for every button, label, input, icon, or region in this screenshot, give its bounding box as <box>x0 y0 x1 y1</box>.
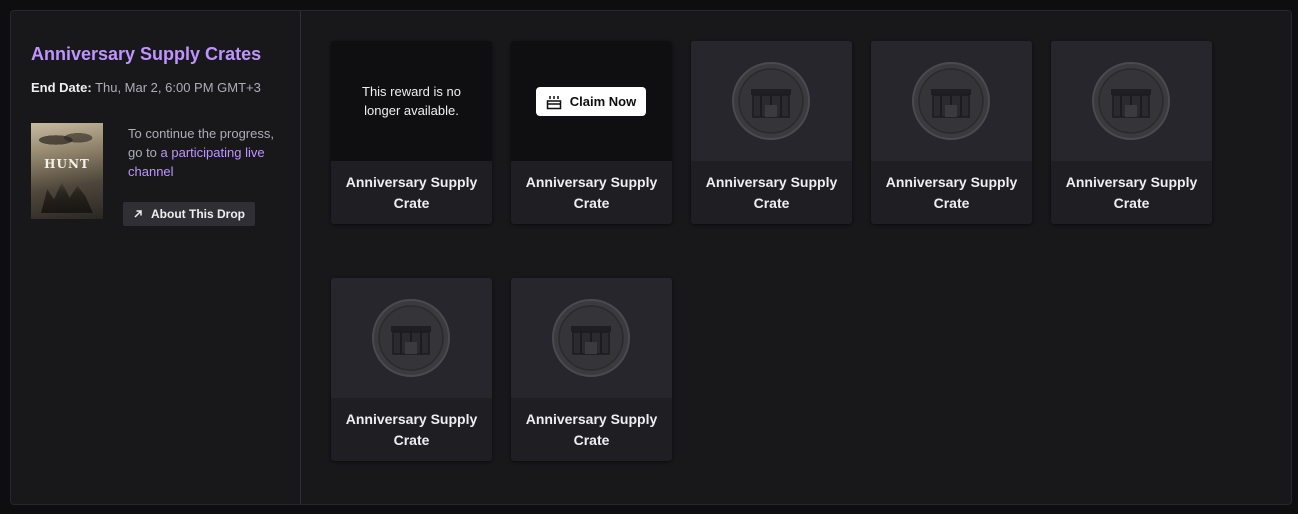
reward-card[interactable]: Anniversary Supply Crate <box>511 278 672 461</box>
reward-name: Anniversary Supply Crate <box>525 174 658 211</box>
game-box-art[interactable]: HUNT <box>31 123 103 219</box>
supply-crate-icon <box>1092 62 1170 140</box>
reward-image: Claim Now <box>511 41 672 161</box>
game-logo: HUNT <box>44 157 90 171</box>
reward-image: This reward is no longer available. <box>331 41 492 161</box>
reward-image <box>871 41 1032 161</box>
reward-image <box>511 278 672 398</box>
reward-name: Anniversary Supply Crate <box>885 174 1018 211</box>
reward-name: Anniversary Supply Crate <box>345 174 478 211</box>
reward-name: Anniversary Supply Crate <box>345 411 478 448</box>
claim-label: Claim Now <box>569 94 637 109</box>
reward-card[interactable]: This reward is no longer available. Anniv… <box>331 41 492 224</box>
supply-crate-icon <box>552 299 630 377</box>
about-this-drop-button[interactable]: About This Drop <box>123 202 255 226</box>
crows-decoration <box>39 129 95 151</box>
drop-campaign-panel: Anniversary Supply Crates End Date: Thu,… <box>10 10 1292 505</box>
reward-image <box>691 41 852 161</box>
reward-image <box>331 278 492 398</box>
end-date-value: Thu, Mar 2, 6:00 PM GMT+3 <box>95 80 261 95</box>
reward-name: Anniversary Supply Crate <box>525 411 658 448</box>
supply-crate-icon <box>732 62 810 140</box>
end-date-label: End Date: <box>31 80 92 95</box>
reward-card[interactable]: Anniversary Supply Crate <box>1051 41 1212 224</box>
campaign-sidebar: Anniversary Supply Crates End Date: Thu,… <box>11 11 301 504</box>
unavailable-message: This reward is no longer available. <box>362 84 461 118</box>
external-arrow-icon <box>134 210 142 218</box>
reward-name: Anniversary Supply Crate <box>705 174 838 211</box>
reward-card[interactable]: Anniversary Supply Crate <box>691 41 852 224</box>
reward-card[interactable]: Anniversary Supply Crate <box>331 278 492 461</box>
reward-name: Anniversary Supply Crate <box>1065 174 1198 211</box>
end-date: End Date: Thu, Mar 2, 6:00 PM GMT+3 <box>31 80 261 95</box>
about-label: About This Drop <box>151 207 245 221</box>
reward-card[interactable]: Claim Now Anniversary Supply Crate <box>511 41 672 224</box>
campaign-title: Anniversary Supply Crates <box>31 44 262 64</box>
claim-now-button[interactable]: Claim Now <box>536 87 646 116</box>
reward-image <box>1051 41 1212 161</box>
reward-card[interactable]: Anniversary Supply Crate <box>871 41 1032 224</box>
gift-icon <box>546 95 562 109</box>
progress-instructions: To continue the progress, go to a partic… <box>128 124 278 181</box>
supply-crate-icon <box>372 299 450 377</box>
supply-crate-icon <box>912 62 990 140</box>
hunters-silhouette <box>41 182 93 213</box>
